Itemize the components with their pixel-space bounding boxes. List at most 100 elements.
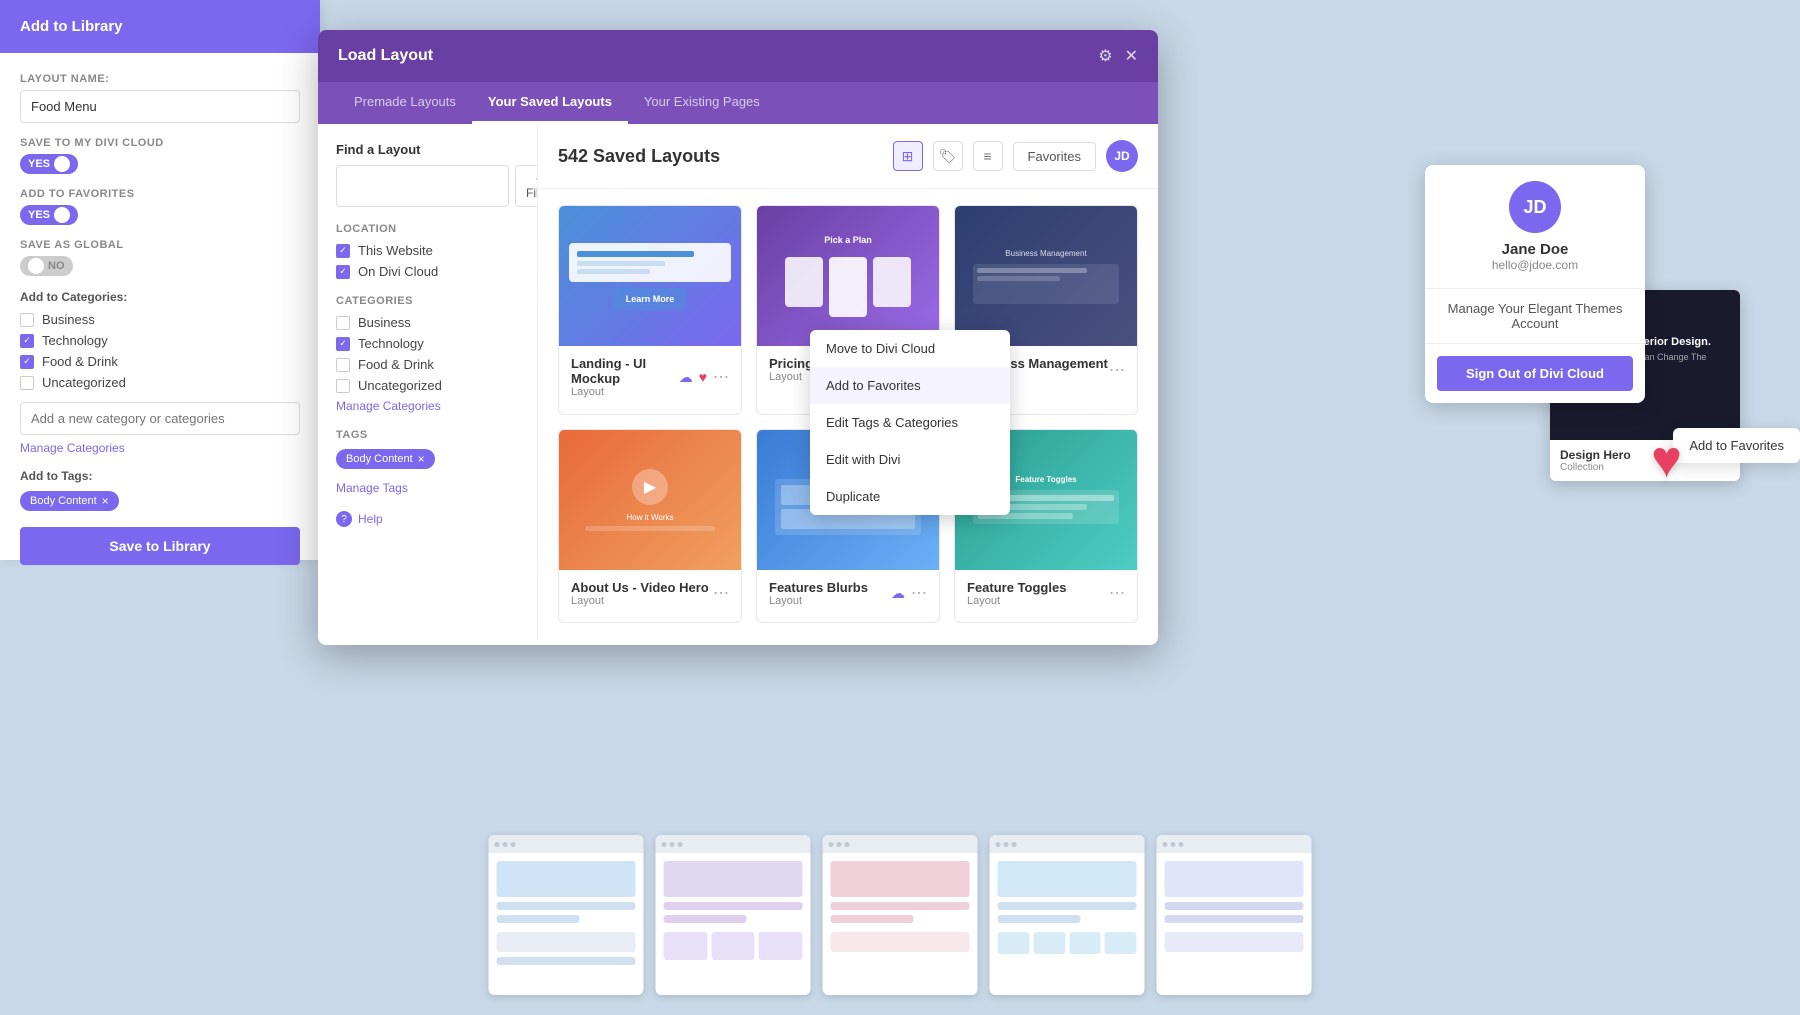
category-label-food: Food & Drink	[42, 354, 118, 369]
modal-cat-check-uncat	[336, 379, 350, 393]
bg-thumb-1-header	[489, 835, 644, 853]
heart-icon-landing[interactable]: ♥	[699, 369, 707, 385]
sign-out-button[interactable]: Sign Out of Divi Cloud	[1437, 356, 1633, 391]
bg-thumb-3-header	[823, 835, 978, 853]
context-move-to-cloud[interactable]: Move to Divi Cloud	[810, 330, 1010, 367]
modal-cat-uncategorized[interactable]: Uncategorized	[336, 378, 519, 393]
location-this-website[interactable]: ✓ This Website	[336, 243, 519, 258]
list-view-button[interactable]: ≡	[973, 141, 1003, 171]
layout-type-video: Layout	[571, 595, 709, 607]
context-add-to-favorites[interactable]: Add to Favorites	[810, 367, 1010, 404]
cloud-icon-landing[interactable]: ☁	[679, 369, 693, 386]
dots-menu-toggles[interactable]: ⋯	[1109, 583, 1125, 603]
help-icon: ?	[336, 511, 352, 527]
bg-thumb-3[interactable]	[823, 835, 978, 995]
category-check-business	[20, 313, 34, 327]
tab-saved-layouts[interactable]: Your Saved Layouts	[472, 82, 628, 124]
category-item-technology[interactable]: ✓ Technology	[20, 333, 300, 348]
dots-menu-features[interactable]: ⋯	[911, 583, 927, 603]
modal-tag-label: Body Content	[346, 453, 413, 465]
saved-count: 542 Saved Layouts	[558, 146, 720, 167]
layout-card-video[interactable]: ▶ How it Works About Us - Video Hero Lay…	[558, 429, 742, 624]
layout-card-landing[interactable]: Learn More Landing - UI Mockup Layout ☁ …	[558, 205, 742, 415]
favorites-button[interactable]: Favorites	[1013, 142, 1096, 171]
cloud-icon-features[interactable]: ☁	[891, 585, 905, 602]
layout-meta-video: About Us - Video Hero Layout	[571, 580, 709, 607]
bg-thumb-4[interactable]	[990, 835, 1145, 995]
save-as-global-toggle[interactable]: NO	[20, 256, 73, 276]
help-link[interactable]: ? Help	[336, 511, 519, 527]
modal-tag-remove[interactable]: ×	[418, 452, 425, 466]
tab-premade-layouts[interactable]: Premade Layouts	[338, 82, 472, 124]
save-to-cloud-toggle[interactable]: YES	[20, 154, 78, 174]
tag-view-button[interactable]: 🏷	[933, 141, 963, 171]
tag-icon: 🏷	[939, 148, 957, 165]
tag-chip-remove[interactable]: ×	[102, 494, 109, 508]
modal-cat-label-uncat: Uncategorized	[358, 378, 442, 393]
dots-menu-mgmt[interactable]: ⋯	[1109, 360, 1125, 380]
bg-thumb-1[interactable]	[489, 835, 644, 995]
dots-menu-video[interactable]: ⋯	[713, 583, 729, 603]
grid-icon: ⊞	[902, 148, 914, 165]
bg-thumb-2[interactable]	[656, 835, 811, 995]
modal-manage-categories-link[interactable]: Manage Categories	[336, 399, 519, 413]
location-divi-cloud[interactable]: ✓ On Divi Cloud	[336, 264, 519, 279]
layout-meta-features: Features Blurbs Layout	[769, 580, 868, 607]
layout-name-features: Features Blurbs	[769, 580, 868, 595]
add-category-input[interactable]	[20, 402, 300, 435]
user-name: Jane Doe	[1441, 241, 1629, 258]
category-label-uncategorized: Uncategorized	[42, 375, 126, 390]
layout-name-input[interactable]	[20, 90, 300, 123]
category-check-uncategorized	[20, 376, 34, 390]
dots-menu-landing[interactable]: ⋯	[713, 367, 729, 387]
modal-settings-icon[interactable]: ⚙	[1098, 46, 1112, 66]
loc-label-this-website: This Website	[358, 243, 433, 258]
modal-manage-tags-link[interactable]: Manage Tags	[336, 481, 519, 495]
category-item-food[interactable]: ✓ Food & Drink	[20, 354, 300, 369]
save-to-library-button[interactable]: Save to Library	[20, 527, 300, 565]
filter-button[interactable]: + Filter	[515, 165, 538, 207]
categories-section-label: Add to Categories:	[20, 290, 300, 304]
pricing-card-3	[873, 257, 911, 307]
modal-cat-technology[interactable]: ✓ Technology	[336, 336, 519, 351]
user-avatar[interactable]: JD	[1106, 140, 1138, 172]
pricing-cards	[785, 257, 911, 317]
layout-info-features: Features Blurbs Layout ☁ ⋯	[757, 570, 939, 617]
grid-view-button[interactable]: ⊞	[893, 141, 923, 171]
dot	[1004, 842, 1009, 847]
layout-actions-features: ☁ ⋯	[891, 583, 927, 603]
modal-header-icons: ⚙ ✕	[1098, 46, 1138, 66]
layout-info-landing: Landing - UI Mockup Layout ☁ ♥ ⋯	[559, 346, 741, 408]
context-duplicate[interactable]: Duplicate	[810, 478, 1010, 515]
layout-preview-mgmt: Business Management	[955, 206, 1137, 346]
dot	[662, 842, 667, 847]
category-item-business[interactable]: Business	[20, 312, 300, 327]
context-edit-with-divi[interactable]: Edit with Divi	[810, 441, 1010, 478]
modal-title: Load Layout	[338, 47, 433, 65]
layout-search-input[interactable]	[336, 165, 509, 207]
user-dropdown: JD Jane Doe hello@jdoe.com Manage Your E…	[1425, 165, 1645, 403]
manage-account-link[interactable]: Manage Your Elegant Themes Account	[1425, 289, 1645, 344]
save-as-global-toggle-row: NO	[20, 256, 300, 276]
categories-title: Categories	[336, 295, 519, 307]
layout-actions-mgmt: ⋯	[1109, 360, 1125, 380]
find-layout-heading: Find a Layout	[336, 142, 519, 157]
modal-cat-food[interactable]: Food & Drink	[336, 357, 519, 372]
modal-tag-body-content[interactable]: Body Content ×	[336, 449, 435, 469]
heart-overlay[interactable]: ♥	[1651, 430, 1682, 490]
tab-existing-pages[interactable]: Your Existing Pages	[628, 82, 776, 124]
modal-tabs: Premade Layouts Your Saved Layouts Your …	[318, 82, 1158, 124]
sidebar-body: Layout Name: Save to my Divi Cloud YES A…	[0, 53, 320, 585]
dot	[503, 842, 508, 847]
tag-chip-body-content[interactable]: Body Content ×	[20, 491, 119, 511]
category-item-uncategorized[interactable]: Uncategorized	[20, 375, 300, 390]
manage-categories-link[interactable]: Manage Categories	[20, 441, 300, 455]
layout-name-toggles: Feature Toggles	[967, 580, 1066, 595]
modal-cat-business[interactable]: Business	[336, 315, 519, 330]
bg-thumb-5[interactable]	[1157, 835, 1312, 995]
add-to-favorites-toggle[interactable]: YES	[20, 205, 78, 225]
modal-close-icon[interactable]: ✕	[1125, 46, 1138, 66]
context-edit-tags[interactable]: Edit Tags & Categories	[810, 404, 1010, 441]
bg-thumb-3-body	[823, 853, 978, 960]
preview-mockup-pricing: Pick a Plan	[757, 206, 939, 346]
